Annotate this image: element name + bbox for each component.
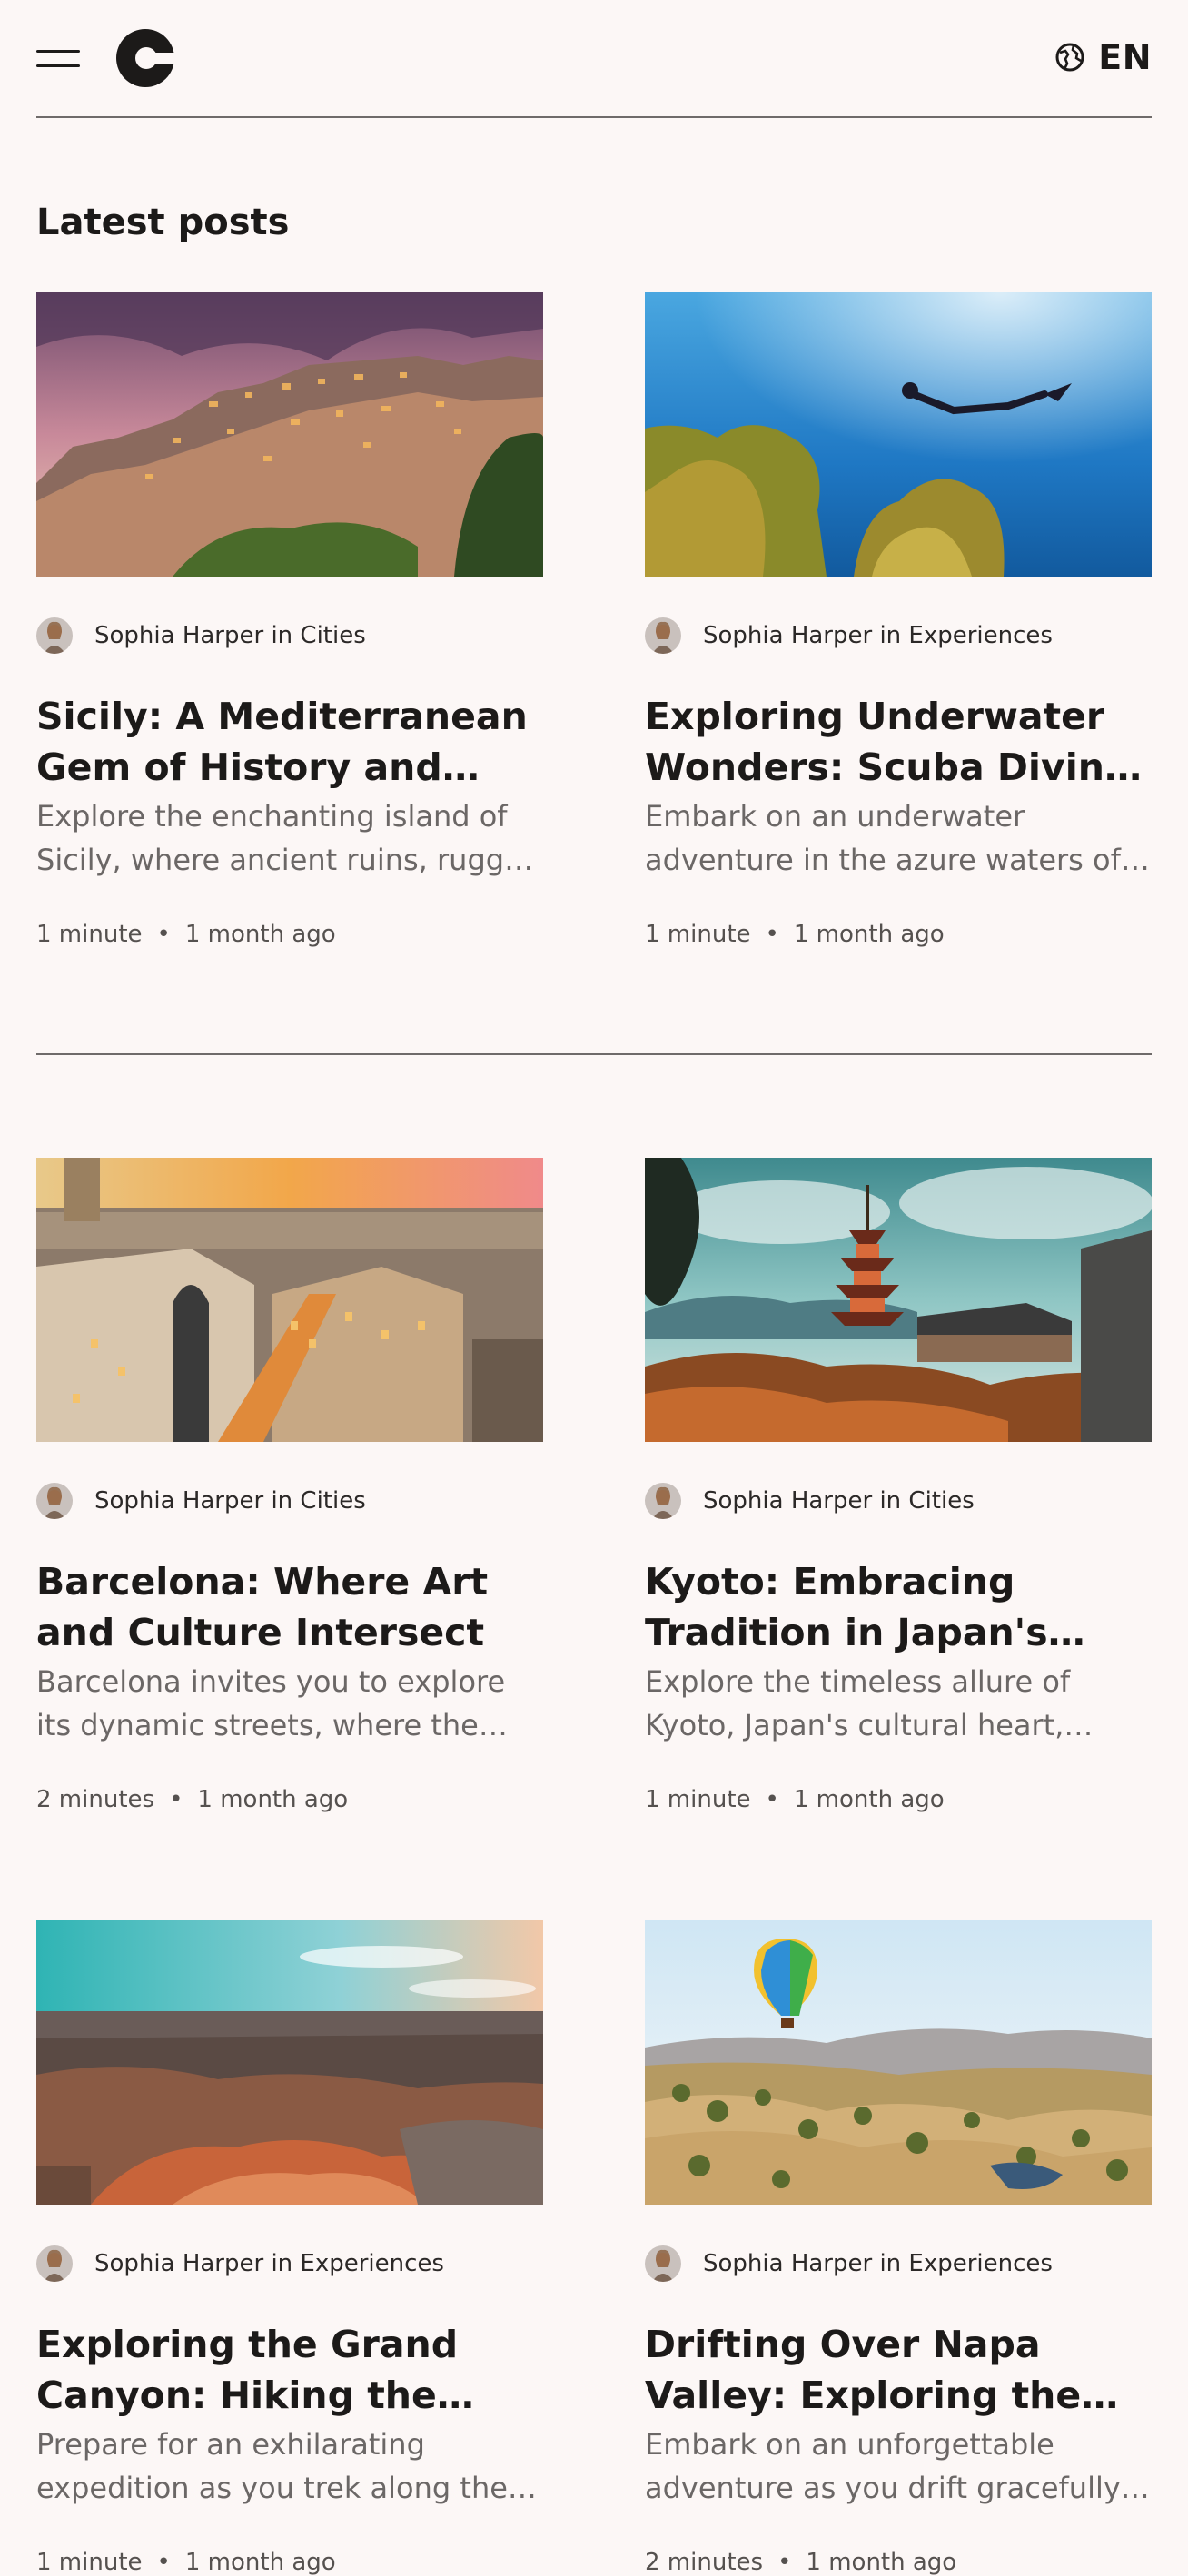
menu-button[interactable]: [36, 45, 82, 71]
post-excerpt: Explore the enchanting island of Sicily,…: [36, 799, 541, 877]
read-time: 2 minutes: [36, 1786, 155, 1813]
c-logo-icon[interactable]: [116, 27, 174, 89]
meta-separator: •: [765, 1786, 779, 1813]
post-title[interactable]: Exploring the Grand Canyon: Hiking the S…: [36, 2319, 543, 2421]
post-card[interactable]: Sophia Harper in Experiences Exploring U…: [645, 292, 1152, 948]
post-meta: 1 minute • 1 month ago: [645, 921, 945, 948]
section-divider: [36, 1053, 1152, 1055]
author-avatar: [645, 1483, 681, 1519]
post-meta: 1 minute • 1 month ago: [36, 2549, 336, 2576]
post-meta: 2 minutes • 1 month ago: [645, 2549, 956, 2576]
language-label: EN: [1098, 37, 1152, 77]
section-title: Latest posts: [36, 202, 290, 243]
author-name[interactable]: Sophia Harper: [94, 622, 263, 649]
post-date: 1 month ago: [197, 1786, 349, 1813]
post-excerpt: Embark on an underwater adventure in the…: [645, 799, 1121, 877]
category-prefix: in: [271, 1487, 293, 1515]
post-title[interactable]: Kyoto: Embracing Tradition in Japan's Cu…: [645, 1556, 1152, 1658]
post-excerpt: Prepare for an exhilarating expedition a…: [36, 2427, 508, 2505]
language-switcher[interactable]: EN: [1054, 35, 1152, 80]
category-link[interactable]: Experiences: [908, 622, 1053, 649]
post-byline: Sophia Harper in Experiences: [36, 2245, 444, 2283]
read-time: 1 minute: [645, 921, 751, 948]
post-date: 1 month ago: [184, 921, 336, 948]
post-card[interactable]: Sophia Harper in Cities Kyoto: Embracing…: [645, 1158, 1152, 1813]
post-byline: Sophia Harper in Cities: [36, 617, 366, 655]
post-card[interactable]: Sophia Harper in Cities Sicily: A Medite…: [36, 292, 543, 948]
post-excerpt: Explore the timeless allure of Kyoto, Ja…: [645, 1664, 1071, 1742]
category-link[interactable]: Cities: [300, 622, 365, 649]
post-card[interactable]: Sophia Harper in Experiences Drifting Ov…: [645, 1920, 1152, 2576]
post-thumbnail: [645, 1920, 1152, 2205]
post-byline: Sophia Harper in Experiences: [645, 2245, 1053, 2283]
category-prefix: in: [879, 1487, 902, 1515]
author-name[interactable]: Sophia Harper: [94, 2250, 263, 2277]
post-byline: Sophia Harper in Cities: [645, 1482, 975, 1520]
hamburger-icon: [36, 50, 80, 53]
post-title[interactable]: Drifting Over Napa Valley: Exploring the…: [645, 2319, 1152, 2421]
post-thumbnail: [645, 292, 1152, 577]
post-date: 1 month ago: [793, 921, 945, 948]
author-avatar: [36, 617, 73, 654]
category-prefix: in: [879, 622, 902, 649]
post-meta: 2 minutes • 1 month ago: [36, 1786, 348, 1813]
category-link[interactable]: Cities: [300, 1487, 365, 1515]
author-avatar: [36, 1483, 73, 1519]
post-byline: Sophia Harper in Experiences: [645, 617, 1053, 655]
post-excerpt: Barcelona invites you to explore its dyn…: [36, 1664, 506, 1742]
post-thumbnail: [36, 292, 543, 577]
author-avatar: [645, 617, 681, 654]
post-thumbnail: [645, 1158, 1152, 1442]
post-date: 1 month ago: [793, 1786, 945, 1813]
author-name[interactable]: Sophia Harper: [703, 1487, 872, 1515]
read-time: 1 minute: [36, 921, 143, 948]
read-time: 1 minute: [36, 2549, 143, 2576]
author-avatar: [645, 2245, 681, 2282]
hamburger-icon-bar: [36, 64, 80, 67]
post-card[interactable]: Sophia Harper in Experiences Exploring t…: [36, 1920, 543, 2576]
post-meta: 1 minute • 1 month ago: [645, 1786, 945, 1813]
post-date: 1 month ago: [184, 2549, 336, 2576]
post-title[interactable]: Sicily: A Mediterranean Gem of History a…: [36, 691, 543, 793]
post-excerpt: Embark on an unforgettable adventure as …: [645, 2427, 1121, 2505]
globe-icon: [1055, 43, 1084, 72]
meta-separator: •: [156, 921, 171, 948]
meta-separator: •: [169, 1786, 183, 1813]
post-thumbnail: [36, 1158, 543, 1442]
author-name[interactable]: Sophia Harper: [703, 2250, 872, 2277]
author-name[interactable]: Sophia Harper: [94, 1487, 263, 1515]
category-link[interactable]: Cities: [908, 1487, 974, 1515]
post-byline: Sophia Harper in Cities: [36, 1482, 366, 1520]
meta-separator: •: [156, 2549, 171, 2576]
post-meta: 1 minute • 1 month ago: [36, 921, 336, 948]
post-card[interactable]: Sophia Harper in Cities Barcelona: Where…: [36, 1158, 543, 1813]
post-thumbnail: [36, 1920, 543, 2205]
category-prefix: in: [271, 2250, 293, 2277]
site-header: EN: [36, 0, 1152, 118]
post-date: 1 month ago: [806, 2549, 957, 2576]
post-title[interactable]: Exploring Underwater Wonders: Scuba Divi…: [645, 691, 1152, 793]
author-avatar: [36, 2245, 73, 2282]
category-link[interactable]: Experiences: [300, 2250, 444, 2277]
meta-separator: •: [765, 921, 779, 948]
category-prefix: in: [879, 2250, 902, 2277]
category-prefix: in: [271, 622, 293, 649]
author-name[interactable]: Sophia Harper: [703, 622, 872, 649]
meta-separator: •: [777, 2549, 792, 2576]
read-time: 1 minute: [645, 1786, 751, 1813]
post-title[interactable]: Barcelona: Where Art and Culture Interse…: [36, 1556, 543, 1658]
read-time: 2 minutes: [645, 2549, 764, 2576]
category-link[interactable]: Experiences: [908, 2250, 1053, 2277]
